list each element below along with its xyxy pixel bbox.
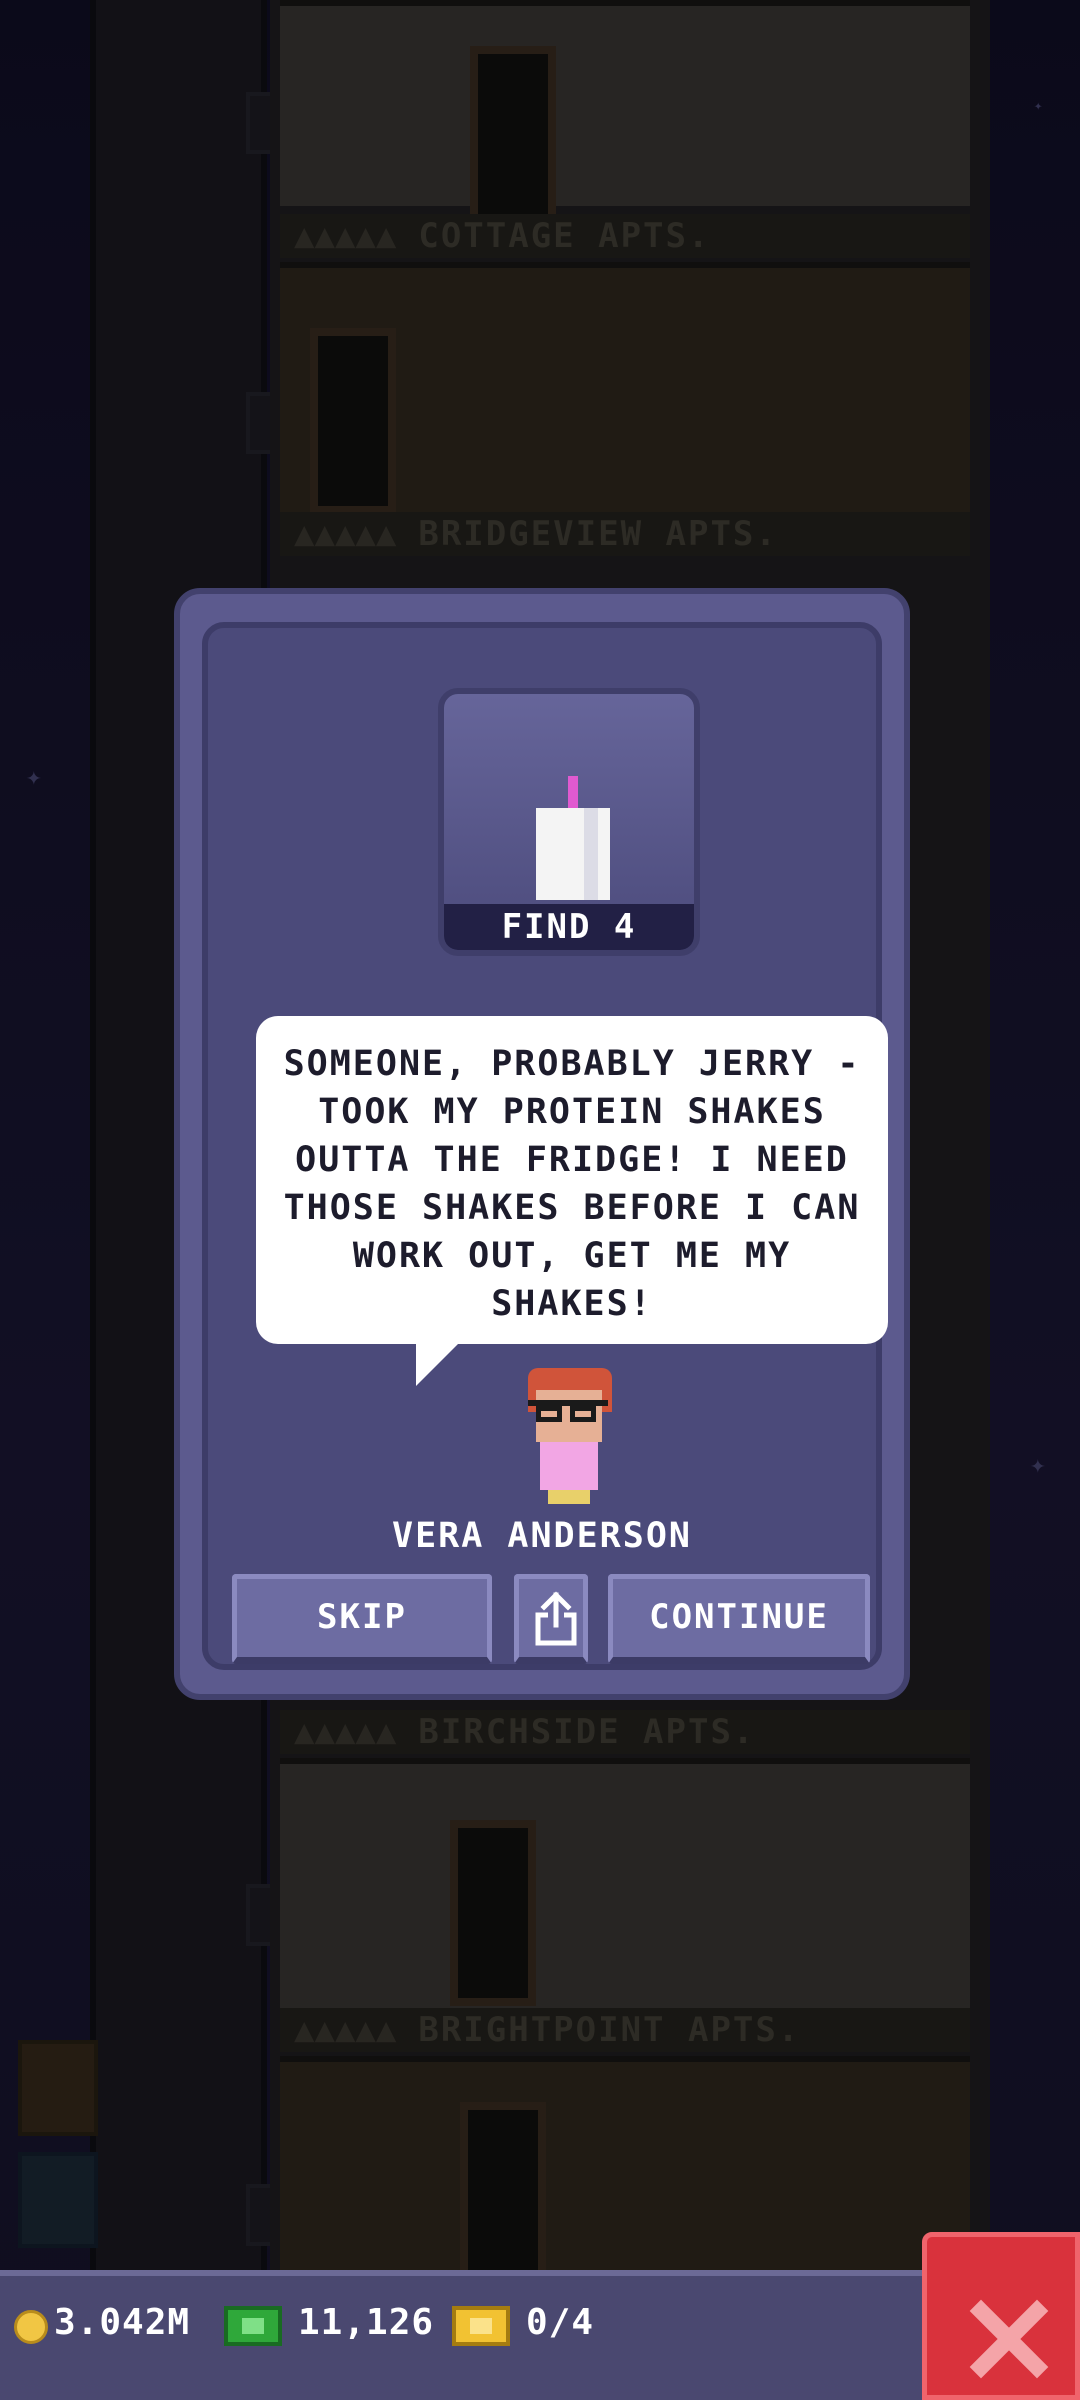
mission-message: SOMEONE, PROBABLY JERRY - TOOK MY PROTEI…: [283, 1044, 861, 1324]
skip-button[interactable]: SKIP: [232, 1574, 492, 1664]
dialog-panel: FIND 4 SOMEONE, PROBABLY JERRY - TOOK MY…: [202, 622, 888, 1670]
tickets-count: 0/4: [526, 2302, 595, 2343]
coins-count: 3.042M: [54, 2302, 191, 2343]
coin-icon: [14, 2310, 48, 2344]
continue-button[interactable]: CONTINUE: [608, 1574, 870, 1664]
find-count-label: FIND 4: [444, 904, 694, 950]
golden-ticket-icon: [452, 2306, 510, 2346]
protein-shake-icon: [536, 776, 610, 900]
share-button[interactable]: [514, 1574, 588, 1664]
status-bar: 3.042M 11,126 0/4: [0, 2270, 930, 2400]
share-icon: [535, 1591, 577, 1646]
speech-bubble-tail: [416, 1342, 460, 1386]
mission-item-card: FIND 4: [438, 688, 700, 956]
bux-count: 11,126: [298, 2302, 435, 2343]
character-name: VERA ANDERSON: [392, 1516, 692, 1556]
character-avatar: [518, 1368, 618, 1508]
close-button[interactable]: [922, 2232, 1080, 2400]
mission-dialog: FIND 4 SOMEONE, PROBABLY JERRY - TOOK MY…: [174, 588, 910, 1700]
close-icon: [969, 2299, 1049, 2379]
speech-bubble: SOMEONE, PROBABLY JERRY - TOOK MY PROTEI…: [256, 1016, 888, 1386]
tower-bux-icon: [224, 2306, 282, 2346]
